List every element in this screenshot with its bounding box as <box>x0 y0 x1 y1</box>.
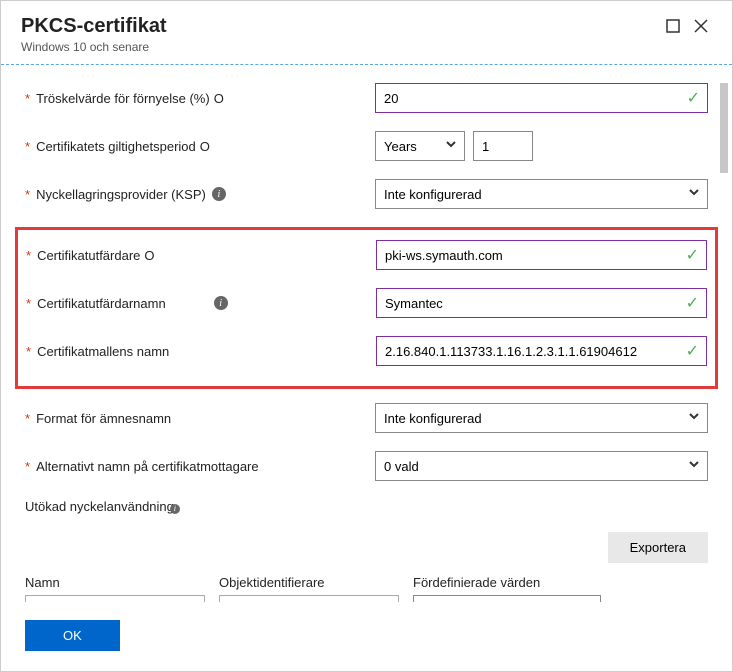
check-icon: ✓ <box>686 245 699 265</box>
add-button[interactable]: Addera <box>615 594 689 602</box>
panel-subtitle: Windows 10 och senare <box>21 40 662 54</box>
row-threshold: *Tröskelvärde för förnyelse (%)O ✓ <box>25 83 708 113</box>
row-ksp: *Nyckellagringsprovider (KSP)i Inte konf… <box>25 179 708 209</box>
row-alt-name: *Alternativt namn på certifikatmottagare… <box>25 451 708 481</box>
label-threshold: Tröskelvärde för förnyelse (%) <box>36 91 210 106</box>
label-ca-name: Certifikatutfärdarnamn <box>37 296 166 311</box>
row-validity: *Certifikatets giltighetsperiodO Years <box>25 131 708 161</box>
table-headers: Namn Objektidentifierare Fördefinierade … <box>25 575 708 590</box>
col-name: Namn <box>25 575 205 590</box>
label-ca: Certifikatutfärdare <box>37 248 140 263</box>
table-row: Not configured Addera <box>25 594 708 602</box>
select-predefined[interactable]: Not configured <box>413 595 601 603</box>
label-template: Certifikatmallens namn <box>37 344 169 359</box>
select-alt-name[interactable]: 0 vald <box>375 451 708 481</box>
scrollbar-thumb[interactable] <box>720 83 728 173</box>
check-icon: ✓ <box>686 341 699 361</box>
input-validity-value[interactable] <box>473 131 533 161</box>
input-ca-name[interactable] <box>376 288 707 318</box>
input-template[interactable] <box>376 336 707 366</box>
panel-title: PKCS-certifikat <box>21 15 662 38</box>
select-validity-unit[interactable]: Years <box>375 131 465 161</box>
info-icon[interactable]: i <box>170 504 180 514</box>
check-icon: ✓ <box>686 293 699 313</box>
panel-header: PKCS-certifikat Windows 10 och senare <box>1 1 732 65</box>
ok-button[interactable]: OK <box>25 620 120 651</box>
check-icon: ✓ <box>687 88 700 108</box>
select-subject-format[interactable]: Inte konfigurerad <box>375 403 708 433</box>
input-ca[interactable] <box>376 240 707 270</box>
info-icon[interactable]: i <box>214 296 228 310</box>
export-button[interactable]: Exportera <box>608 532 708 563</box>
panel-footer: OK <box>1 602 732 671</box>
info-icon[interactable]: i <box>212 187 226 201</box>
row-subject-format: *Format för ämnesnamn Inte konfigurerad <box>25 403 708 433</box>
row-ca-name: *Certifikatutfärdarnamni ✓ <box>26 288 707 318</box>
maximize-icon[interactable] <box>662 15 684 37</box>
panel-content: *Tröskelvärde för förnyelse (%)O ✓ *Cert… <box>1 65 732 602</box>
select-ksp[interactable]: Inte konfigurerad <box>375 179 708 209</box>
label-alt-name: Alternativt namn på certifikatmottagare <box>36 459 259 474</box>
input-name[interactable] <box>25 595 205 603</box>
close-icon[interactable] <box>690 15 712 37</box>
label-eku: Utökad nyckelanvändningi <box>25 499 708 514</box>
input-oid[interactable] <box>219 595 399 603</box>
row-template: *Certifikatmallens namn ✓ <box>26 336 707 366</box>
col-predefined: Fördefinierade värden <box>413 575 601 590</box>
label-subject-format: Format för ämnesnamn <box>36 411 171 426</box>
input-threshold[interactable] <box>375 83 708 113</box>
label-validity: Certifikatets giltighetsperiod <box>36 139 196 154</box>
row-ca: *CertifikatutfärdareO ✓ <box>26 240 707 270</box>
label-ksp: Nyckellagringsprovider (KSP) <box>36 187 206 202</box>
highlight-box: *CertifikatutfärdareO ✓ *Certifikatutfär… <box>15 227 718 389</box>
col-oid: Objektidentifierare <box>219 575 399 590</box>
